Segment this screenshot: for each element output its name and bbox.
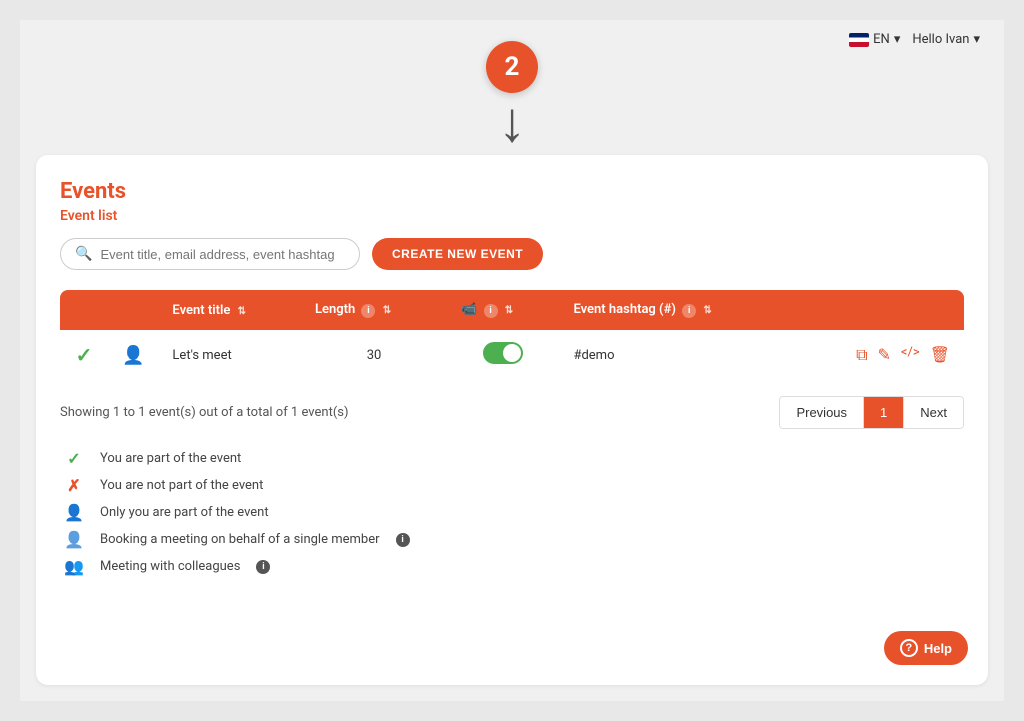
legend-item-group: 👥 Meeting with colleagues i — [60, 557, 964, 576]
next-button[interactable]: Next — [904, 397, 963, 428]
step-indicator-area: 2 ↓ — [20, 33, 1004, 147]
col-title: Event title ⇅ — [158, 290, 301, 330]
hashtag-sort-icon[interactable]: ⇅ — [703, 305, 711, 316]
search-input[interactable] — [100, 247, 345, 262]
video-toggle[interactable] — [483, 342, 523, 364]
legend-person-outline-info-icon: i — [396, 533, 410, 547]
row-hashtag: #demo — [573, 348, 614, 363]
page-title: Events — [60, 179, 964, 204]
col-length: Length i ⇅ — [301, 290, 447, 330]
main-card: Events Event list 🔍 CREATE NEW EVENT Eve… — [36, 155, 988, 685]
video-sort-icon[interactable]: ⇅ — [505, 305, 513, 316]
page-1-button[interactable]: 1 — [864, 397, 904, 428]
col-hashtag: Event hashtag (#) i ⇅ — [559, 290, 792, 330]
legend-group-text: Meeting with colleagues — [100, 559, 240, 574]
delete-action-icon[interactable]: 🗑 — [930, 345, 950, 365]
row-check-cell: ✓ — [60, 330, 108, 380]
legend-item-x: ✗ You are not part of the event — [60, 476, 964, 495]
search-box[interactable]: 🔍 — [60, 238, 360, 270]
col-icon — [108, 290, 158, 330]
flag-icon — [849, 33, 869, 47]
length-sort-icon[interactable]: ⇅ — [383, 305, 391, 316]
row-length-cell: 30 — [301, 330, 447, 380]
create-event-button[interactable]: CREATE NEW EVENT — [372, 238, 543, 270]
length-info-icon: i — [361, 304, 375, 318]
step-circle: 2 — [486, 41, 538, 93]
legend-x-icon: ✗ — [60, 476, 88, 495]
previous-button[interactable]: Previous — [780, 397, 864, 428]
legend-check-icon: ✓ — [60, 449, 88, 468]
step-number: 2 — [505, 52, 520, 82]
search-icon: 🔍 — [75, 246, 92, 262]
legend-group-info-icon: i — [256, 560, 270, 574]
row-title: Let's meet — [172, 348, 231, 363]
step-arrow-icon: ↓ — [498, 97, 526, 147]
pagination-controls: Previous 1 Next — [779, 396, 964, 429]
hashtag-info-icon: i — [682, 304, 696, 318]
legend-item-check: ✓ You are part of the event — [60, 449, 964, 468]
help-label: Help — [924, 641, 952, 656]
code-action-icon[interactable]: </> — [901, 345, 920, 365]
legend-item-person-outline: 👤 Booking a meeting on behalf of a singl… — [60, 530, 964, 549]
row-hashtag-cell: #demo — [559, 330, 792, 380]
col-actions — [793, 290, 964, 330]
toolbar: 🔍 CREATE NEW EVENT — [60, 238, 964, 270]
copy-action-icon[interactable]: ⧉ — [856, 345, 867, 365]
row-title-cell: Let's meet — [158, 330, 301, 380]
row-video-cell — [447, 330, 559, 380]
help-circle-icon: ? — [900, 639, 918, 657]
legend: ✓ You are part of the event ✗ You are no… — [60, 449, 964, 576]
legend-group-icon: 👥 — [60, 557, 88, 576]
legend-check-text: You are part of the event — [100, 451, 241, 466]
legend-person-text: Only you are part of the event — [100, 505, 269, 520]
col-check — [60, 290, 108, 330]
showing-text: Showing 1 to 1 event(s) out of a total o… — [60, 405, 349, 420]
row-length: 30 — [367, 348, 382, 363]
help-button[interactable]: ? Help — [884, 631, 968, 665]
legend-person-outline-text: Booking a meeting on behalf of a single … — [100, 532, 380, 547]
pagination-row: Showing 1 to 1 event(s) out of a total o… — [60, 396, 964, 429]
row-person-cell: 👤 — [108, 330, 158, 380]
col-video: 📹 i ⇅ — [447, 290, 559, 330]
row-action-icons: ⧉ ✎ </> 🗑 — [807, 345, 950, 365]
legend-person-icon: 👤 — [60, 503, 88, 522]
legend-person-outline-icon: 👤 — [60, 530, 88, 549]
video-camera-icon: 📹 — [461, 302, 477, 317]
legend-x-text: You are not part of the event — [100, 478, 263, 493]
video-info-icon: i — [484, 304, 498, 318]
table-row: ✓ 👤 Let's meet 30 #demo — [60, 330, 964, 380]
row-check-icon: ✓ — [76, 343, 93, 367]
legend-item-person: 👤 Only you are part of the event — [60, 503, 964, 522]
events-table: Event title ⇅ Length i ⇅ 📹 i ⇅ Event — [60, 290, 964, 380]
edit-action-icon[interactable]: ✎ — [878, 345, 891, 365]
row-actions-cell: ⧉ ✎ </> 🗑 — [793, 330, 964, 380]
row-person-icon: 👤 — [122, 345, 144, 366]
title-sort-icon[interactable]: ⇅ — [238, 306, 246, 317]
section-title: Event list — [60, 208, 964, 224]
